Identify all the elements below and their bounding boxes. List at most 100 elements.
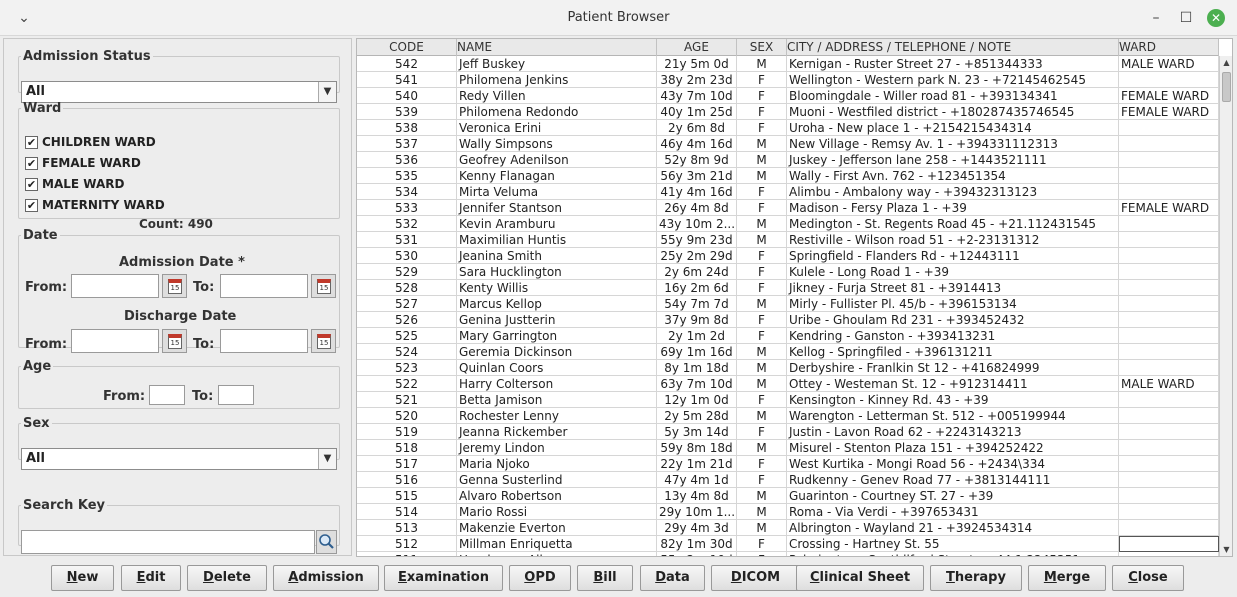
column-header-code[interactable]: CODE [357, 39, 457, 56]
column-header-sex[interactable]: SEX [737, 39, 787, 56]
column-header-city[interactable]: CITY / ADDRESS / TELEPHONE / NOTE [787, 39, 1119, 56]
admission-button[interactable]: Admission [273, 565, 379, 591]
age-to-input[interactable] [218, 385, 254, 405]
table-row[interactable]: 512 Millman Enriquetta 82y 1m 30d F Crossing… [357, 536, 1219, 552]
scrollbar-thumb[interactable] [1222, 72, 1231, 102]
table-row[interactable]: 528 Kenty Willis 16y 2m 6d F Jikney - Furja … [357, 280, 1219, 296]
chevron-down-icon[interactable]: ▼ [318, 449, 336, 469]
table-row[interactable]: 542 Jeff Buskey 21y 5m 0d M Kernigan - Ruste… [357, 56, 1219, 72]
edit-button[interactable]: Edit [121, 565, 181, 591]
table-scrollbar[interactable]: ▲ ▼ [1219, 56, 1232, 556]
close-window-icon[interactable]: ✕ [1207, 9, 1225, 27]
table-row[interactable]: 541 Philomena Jenkins 38y 2m 23d F Wellingto… [357, 72, 1219, 88]
table-row[interactable]: 531 Maximilian Huntis 55y 9m 23d M Restivill… [357, 232, 1219, 248]
table-row[interactable]: 535 Kenny Flanagan 56y 3m 21d M Wally - Firs… [357, 168, 1219, 184]
table-row[interactable]: 517 Maria Njoko 22y 1m 21d F West Kurtika - … [357, 456, 1219, 472]
table-row[interactable]: 518 Jeremy Lindon 59y 8m 18d M Misurel - Ste… [357, 440, 1219, 456]
table-row[interactable]: 525 Mary Garrington 2y 1m 2d F Kendring - Ga… [357, 328, 1219, 344]
cell-code: 514 [357, 504, 457, 520]
table-row[interactable]: 520 Rochester Lenny 2y 5m 28d M Warengton - … [357, 408, 1219, 424]
therapy-button[interactable]: Therapy [930, 565, 1022, 591]
column-header-ward[interactable]: WARD [1119, 39, 1219, 56]
admission-from-input[interactable] [71, 274, 159, 298]
ward-checkbox-maternity[interactable]: ✔ MATERNITY WARD [25, 198, 165, 216]
table-row[interactable]: 521 Betta Jamison 12y 1m 0d F Kensington - K… [357, 392, 1219, 408]
search-key-label: Search Key [23, 498, 105, 513]
table-row[interactable]: 539 Philomena Redondo 40y 1m 25d F Muoni - W… [357, 104, 1219, 120]
bill-button[interactable]: Bill [577, 565, 633, 591]
maximize-icon[interactable]: ☐ [1176, 8, 1196, 28]
table-row[interactable]: 537 Wally Simpsons 46y 4m 16d M New Village … [357, 136, 1219, 152]
column-header-name[interactable]: NAME [457, 39, 657, 56]
table-row[interactable]: 519 Jeanna Rickember 5y 3m 14d F Justin - La… [357, 424, 1219, 440]
close-button[interactable]: Close [1112, 565, 1184, 591]
table-row[interactable]: 513 Makenzie Everton 29y 4m 3d M Albrington … [357, 520, 1219, 536]
sex-select[interactable]: All ▼ [21, 448, 337, 470]
search-input[interactable] [21, 530, 315, 554]
table-row[interactable]: 533 Jennifer Stantson 26y 4m 8d F Madison - … [357, 200, 1219, 216]
checkbox-checked-icon[interactable]: ✔ [25, 136, 38, 149]
clinical-sheet-button[interactable]: Clinical Sheet [796, 565, 924, 591]
cell-code: 528 [357, 280, 457, 296]
table-row[interactable]: 536 Geofrey Adenilson 52y 8m 9d M Juskey - J… [357, 152, 1219, 168]
ward-checkbox-male[interactable]: ✔ MALE WARD [25, 177, 124, 195]
chevron-down-icon[interactable]: ▼ [318, 82, 336, 102]
table-row[interactable]: 540 Redy Villen 43y 7m 10d F Bloomingdale - … [357, 88, 1219, 104]
examination-button[interactable]: Examination [384, 565, 503, 591]
table-row[interactable]: 511Henderson Alba55y 2m 10dFPalmington -… [357, 552, 1219, 556]
table-row[interactable]: 529 Sara Hucklington 2y 6m 24d F Kulele - Lo… [357, 264, 1219, 280]
merge-button[interactable]: Merge [1028, 565, 1106, 591]
table-row[interactable]: 530 Jeanina Smith 25y 2m 29d F Springfield -… [357, 248, 1219, 264]
cell-ward: FEMALE WARD [1119, 88, 1219, 104]
cell-code: 521 [357, 392, 457, 408]
discharge-from-input[interactable] [71, 329, 159, 353]
ward-group: Ward ✔ CHILDREN WARD ✔ FEMALE WARD ✔ MALE W… [18, 101, 340, 231]
delete-button[interactable]: Delete [187, 565, 267, 591]
table-row[interactable]: 532 Kevin Aramburu 43y 10m 2... M Medington … [357, 216, 1219, 232]
scroll-down-icon[interactable]: ▼ [1220, 543, 1232, 556]
cell-name: Millman Enriquetta [457, 536, 657, 552]
cell-code: 534 [357, 184, 457, 200]
table-row[interactable]: 523 Quinlan Coors 8y 1m 18d M Derbyshire - F… [357, 360, 1219, 376]
search-button[interactable] [316, 530, 337, 554]
cell-name: Wally Simpsons [457, 136, 657, 152]
table-row[interactable]: 534 Mirta Veluma 41y 4m 16d F Alimbu - Ambal… [357, 184, 1219, 200]
minimize-icon[interactable]: – [1146, 8, 1166, 28]
checkbox-checked-icon[interactable]: ✔ [25, 178, 38, 191]
table-row[interactable]: 514 Mario Rossi 29y 10m 1... M Roma - Via Ve… [357, 504, 1219, 520]
discharge-from-calendar-button[interactable]: 15 [162, 329, 187, 353]
cell-code: 525 [357, 328, 457, 344]
checkbox-checked-icon[interactable]: ✔ [25, 199, 38, 212]
admission-status-select[interactable]: All ▼ [21, 81, 337, 103]
table-row[interactable]: 527 Marcus Kellop 54y 7m 7d M Mirly - Fullis… [357, 296, 1219, 312]
admission-to-calendar-button[interactable]: 15 [311, 274, 336, 298]
checkbox-checked-icon[interactable]: ✔ [25, 157, 38, 170]
age-from-input[interactable] [149, 385, 185, 405]
column-header-age[interactable]: AGE [657, 39, 737, 56]
opd-button[interactable]: OPD [509, 565, 571, 591]
data-button[interactable]: Data [640, 565, 705, 591]
cell-code: 518 [357, 440, 457, 456]
discharge-to-calendar-button[interactable]: 15 [311, 329, 336, 353]
cell-ward [1119, 440, 1219, 456]
new-button[interactable]: New [51, 565, 114, 591]
scroll-up-icon[interactable]: ▲ [1220, 56, 1232, 70]
ward-checkbox-female[interactable]: ✔ FEMALE WARD [25, 156, 141, 174]
cell-city: Uroha - New place 1 - +2154215434314 [787, 120, 1119, 136]
admission-from-calendar-button[interactable]: 15 [162, 274, 187, 298]
ward-option-label: MATERNITY WARD [42, 198, 165, 212]
table-row[interactable]: 526 Genina Justterin 37y 9m 8d F Uribe - Gho… [357, 312, 1219, 328]
table-row[interactable]: 516 Genna Susterlind 47y 4m 1d F Rudkenny - … [357, 472, 1219, 488]
table-row[interactable]: 524 Geremia Dickinson 69y 1m 16d M Kellog - … [357, 344, 1219, 360]
admission-to-input[interactable] [220, 274, 308, 298]
dicom-button[interactable]: DICOM [711, 565, 800, 591]
ward-checkbox-children[interactable]: ✔ CHILDREN WARD [25, 135, 156, 153]
table-row[interactable]: 538 Veronica Erini 2y 6m 8d F Uroha - New pl… [357, 120, 1219, 136]
cell-age: 47y 4m 1d [657, 472, 737, 488]
discharge-to-input[interactable] [220, 329, 308, 353]
cell-age: 2y 6m 24d [657, 264, 737, 280]
cell-sex: M [737, 56, 787, 72]
table-row[interactable]: 522 Harry Colterson 63y 7m 10d M Ottey - Wes… [357, 376, 1219, 392]
table-row[interactable]: 515 Alvaro Robertson 13y 4m 8d M Guarinton -… [357, 488, 1219, 504]
cell-sex: M [737, 344, 787, 360]
